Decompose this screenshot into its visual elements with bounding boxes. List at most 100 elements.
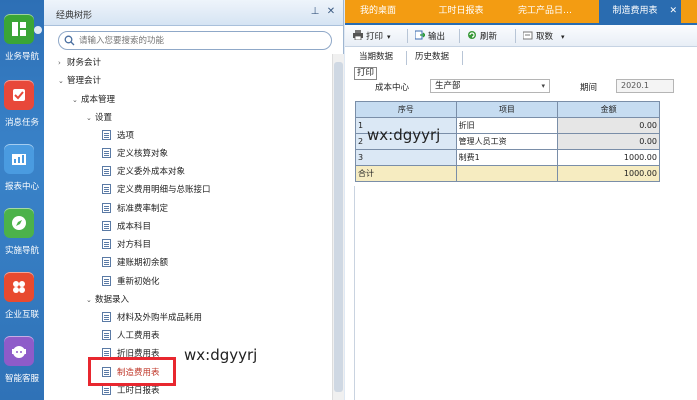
nav-reports[interactable]: 报表中心 [0, 144, 44, 206]
document-icon [102, 166, 111, 176]
document-icon [102, 276, 111, 286]
tree-leaf[interactable]: 选项 [102, 127, 134, 145]
refresh-button[interactable]: 刷新 [467, 30, 497, 43]
chevron-right-icon[interactable]: › [58, 54, 67, 72]
refresh-icon [468, 31, 476, 39]
export-icon [415, 30, 425, 40]
tree-leaf[interactable]: 定义委外成本对象 [102, 163, 185, 181]
document-icon [102, 385, 111, 395]
tree-node-finance[interactable]: › 财务会计 [58, 54, 101, 72]
nav-label: 智能客服 [4, 374, 39, 384]
subtab-separator [406, 51, 407, 65]
document-icon [102, 148, 111, 158]
tree-node-cost[interactable]: ⌄ 成本管理 [72, 91, 115, 109]
nav-label: 报表中心 [4, 182, 39, 192]
tab-work-hours[interactable]: 工时日报表 [423, 0, 499, 23]
left-icon-bar: 业务导航 消息任务 报表中心 实施导航 企业互联 智能客服 [0, 0, 44, 400]
row-item[interactable]: 管理人员工资 [455, 133, 559, 150]
function-tree-panel: 经典树形 ⊥ ✕ ›财务会计 ⌄管理会计 ⌄成本管理 ⌄设置 选项 定义核算对象… [44, 0, 344, 400]
nav-enterprise[interactable]: 企业互联 [0, 272, 44, 334]
main-panel: 我的桌面 工时日报表 完工产品日… 制造费用表 ✕ 打印 ▾ 输出 刷新 取数 ▾ … [345, 0, 697, 400]
search-icon [64, 35, 75, 46]
document-icon [102, 239, 111, 249]
nav-support[interactable]: 智能客服 [0, 336, 44, 398]
tree-leaf[interactable]: 建账期初余额 [102, 254, 168, 272]
grid-header-row: 序号 项目 金额 [355, 101, 660, 118]
tree-node-data-entry[interactable]: ⌄ 数据录入 [86, 291, 129, 309]
scroll-thumb[interactable] [334, 62, 343, 392]
chevron-down-icon[interactable]: ⌄ [86, 291, 95, 309]
document-icon [102, 312, 111, 322]
toolbar: 打印 ▾ 输出 刷新 取数 ▾ [345, 25, 697, 47]
pin-icon[interactable]: ⊥ [309, 6, 321, 18]
chevron-down-icon[interactable]: ▾ [561, 33, 565, 41]
col-header: 金额 [557, 101, 660, 118]
period-field: 2020.1 [616, 79, 674, 93]
row-index: 3 [355, 149, 457, 166]
smart-support-icon [4, 336, 34, 366]
message-task-icon [4, 80, 34, 110]
nav-messages[interactable]: 消息任务 [0, 80, 44, 142]
total-amount: 1000.00 [557, 165, 660, 182]
chevron-down-icon[interactable]: ▾ [387, 33, 391, 41]
total-row: 合计 1000.00 [355, 165, 660, 182]
tree-header: 经典树形 ⊥ ✕ [44, 0, 343, 26]
print-label[interactable]: 打印 [354, 67, 378, 80]
row-amount: 0.00 [557, 133, 660, 150]
chevron-down-icon[interactable]: ⌄ [86, 109, 95, 127]
tree-leaf[interactable]: 材料及外购半成品耗用 [102, 309, 202, 327]
chevron-down-icon[interactable]: ⌄ [72, 91, 81, 109]
search-input[interactable] [79, 33, 319, 48]
nav-business[interactable]: 业务导航 [0, 14, 44, 76]
tree-node-settings[interactable]: ⌄ 设置 [86, 109, 112, 127]
row-item[interactable]: 制费1 [455, 149, 559, 166]
nav-label: 消息任务 [4, 118, 39, 128]
toolbar-separator [407, 29, 408, 43]
row-item[interactable]: 折旧 [455, 117, 559, 134]
cost-center-label: 成本中心 [375, 83, 410, 93]
document-icon [102, 330, 111, 340]
tab-bar: 我的桌面 工时日报表 完工产品日… 制造费用表 ✕ [345, 0, 697, 25]
document-icon [102, 184, 111, 194]
tree-leaf[interactable]: 重新初始化 [102, 273, 160, 291]
watermark-text: wx:dgyyrj [367, 126, 441, 144]
nav-expand-icon[interactable] [34, 26, 42, 34]
close-icon[interactable]: ✕ [325, 6, 337, 18]
subtab-separator [462, 51, 463, 65]
cost-center-select[interactable]: 生产部 ▾ [430, 79, 550, 93]
tab-overhead-cost[interactable]: 制造费用表 ✕ [599, 0, 681, 23]
row-amount[interactable]: 1000.00 [557, 149, 660, 166]
tab-finished-goods[interactable]: 完工产品日… [505, 0, 585, 23]
table-row[interactable]: 3 制费1 1000.00 [355, 149, 660, 166]
col-header: 序号 [355, 101, 457, 118]
tab-history-data[interactable]: 历史数据 [415, 50, 449, 65]
tab-current-data[interactable]: 当期数据 [359, 50, 393, 65]
nav-label: 企业互联 [4, 310, 39, 320]
tree-leaf[interactable]: 成本科目 [102, 218, 151, 236]
document-icon [102, 203, 111, 213]
export-button[interactable]: 输出 [415, 30, 445, 43]
toolbar-separator [515, 29, 516, 43]
search-box[interactable] [58, 31, 332, 50]
tree-leaf[interactable]: 定义费用明细与总账接口 [102, 181, 211, 199]
chevron-down-icon[interactable]: ⌄ [58, 72, 67, 90]
tree-leaf[interactable]: 标准费率制定 [102, 200, 168, 218]
nav-label: 实施导航 [4, 246, 39, 256]
fetch-button[interactable]: 取数 ▾ [523, 30, 565, 43]
tree-leaf[interactable]: 定义核算对象 [102, 145, 168, 163]
tree-scrollbar[interactable] [332, 54, 344, 400]
chevron-down-icon[interactable]: ▾ [541, 80, 545, 92]
printer-icon [353, 30, 363, 40]
print-button[interactable]: 打印 ▾ [353, 30, 391, 43]
row-amount: 0.00 [557, 117, 660, 134]
tree-leaf[interactable]: 对方科目 [102, 236, 151, 254]
tree-node-management[interactable]: ⌄ 管理会计 [58, 72, 101, 90]
tab-desktop[interactable]: 我的桌面 [345, 0, 411, 23]
tree-leaf[interactable]: 人工费用表 [102, 327, 160, 345]
sub-tab-bar: 当期数据 历史数据 [345, 47, 697, 66]
business-nav-icon [4, 14, 34, 44]
close-icon[interactable]: ✕ [669, 0, 677, 23]
nav-implementation[interactable]: 实施导航 [0, 208, 44, 270]
document-icon [102, 257, 111, 267]
highlight-annotation [88, 357, 176, 386]
